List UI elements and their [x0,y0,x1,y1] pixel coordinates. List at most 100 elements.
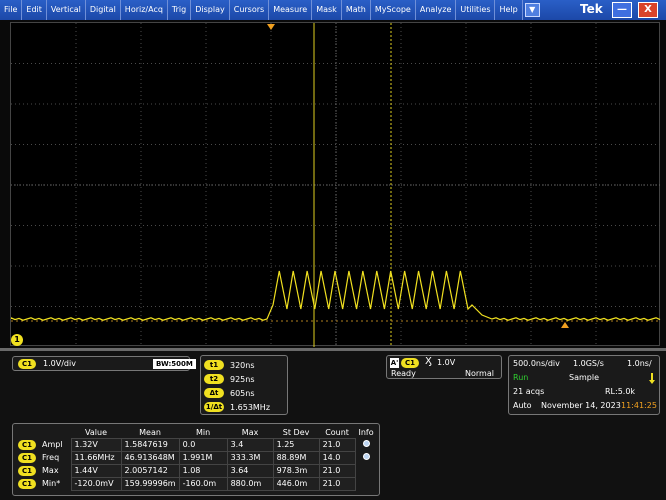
menu-edit[interactable]: Edit [22,0,47,20]
column-header [15,427,39,438]
table-row[interactable]: C1 Min* -120.0mV 159.99996m -160.0m 880.… [15,476,377,491]
column-header: Min [195,427,211,437]
brand-logo: Tek [580,2,603,16]
trigger-channel-badge: C1 [401,358,420,368]
measurement-panel[interactable]: Value Mean Min Max St Dev Count Info C1 … [12,423,380,496]
measurement-name: Min* [42,479,61,488]
cell-mean: 2.0057142 [120,463,180,478]
readout-area: C1 1.0V/div BW:500M t1 320ns t2 925ns Δt… [0,351,666,500]
channel-badge: C1 [18,465,37,476]
trigger-level: 1.0V [437,358,456,367]
menu-cursors[interactable]: Cursors [230,0,270,20]
column-header: Info [358,428,374,437]
measurement-table: Value Mean Min Max St Dev Count Info C1 … [15,427,377,491]
cell-count: 21.0 [318,437,356,452]
cursor-readout[interactable]: t1 320ns t2 925ns Δt 605ns 1/Δt 1.653MHz [200,355,288,415]
cell-mean: 1.5847619 [120,437,180,452]
menu-math[interactable]: Math [342,0,371,20]
bandwidth-limit: BW:500M [153,359,196,369]
channel-badge: C1 [18,359,37,369]
cursor-row: 1/Δt 1.653MHz [204,401,270,413]
menu-horiz-acq[interactable]: Horiz/Acq [121,0,168,20]
acquisition-readout[interactable]: 500.0ns/div 1.0GS/s 1.0ns/ Run Sample 21… [508,355,660,415]
menu-dropdown-icon[interactable]: ▼ [524,3,540,17]
menu-digital[interactable]: Digital [86,0,121,20]
cell-min: 1.08 [178,463,228,478]
menu-mask[interactable]: Mask [312,0,342,20]
column-header: Count [325,427,349,437]
cell-value: 11.66MHz [70,450,122,465]
trigger-mode-auto: Auto [513,401,532,410]
menu-display[interactable]: Display [191,0,230,20]
cell-mean: 46.913648M [120,450,180,465]
table-row[interactable]: C1 Ampl 1.32V 1.5847619 0.0 3.4 1.25 21.… [15,437,377,452]
column-header: Value [85,427,107,437]
trigger-edge-icon: Ӽ [425,356,432,367]
time: 11:41:25 [621,401,657,410]
measurement-name: Max [42,466,59,475]
cursor-row: t1 320ns [204,359,255,371]
trigger-readout[interactable]: A' C1 Ӽ 1.0V Ready Normal [386,355,502,379]
menu-bar: File Edit Vertical Digital Horiz/Acq Tri… [0,0,666,20]
close-button[interactable]: X [638,2,658,18]
channel-badge: C1 [18,452,37,463]
column-header: St Dev [282,427,310,437]
cell-max: 880.0m [226,476,274,491]
table-row[interactable]: C1 Freq 11.66MHz 46.913648M 1.991M 333.3… [15,450,377,465]
trigger-source-letter: A' [390,358,399,368]
menu-analyze[interactable]: Analyze [416,0,457,20]
channel-badge: C1 [18,478,37,489]
cursor-label: t1 [204,360,224,370]
cell-max: 3.64 [226,463,274,478]
single-sequence-icon [649,373,655,384]
column-header: Mean [139,427,161,437]
cursor-value: 320ns [230,360,255,370]
cell-min: 0.0 [178,437,228,452]
cursor-value: 605ns [230,388,255,398]
trigger-level-marker [561,322,569,328]
resolution: 1.0ns/ [627,359,652,368]
cell-value: -120.0mV [70,476,122,491]
menu-trig[interactable]: Trig [168,0,192,20]
channel-scale: 1.0V/div [43,359,76,368]
cell-stdev: 978.3m [272,463,320,478]
cell-count: 21.0 [318,463,356,478]
graticule-grid [11,23,661,347]
cell-count: 14.0 [318,450,356,465]
measurement-name: Freq [42,453,60,462]
cursor-row: Δt 605ns [204,387,255,399]
table-row[interactable]: C1 Max 1.44V 2.0057142 1.08 3.64 978.3m … [15,463,377,478]
minimize-button[interactable]: — [612,2,632,18]
menu-vertical[interactable]: Vertical [47,0,86,20]
measurement-name: Ampl [42,440,63,449]
menu-help[interactable]: Help [495,0,523,20]
trigger-status: Ready [391,369,416,378]
menu-myscope[interactable]: MyScope [371,0,416,20]
cell-count: 21.0 [318,476,356,491]
menu-measure[interactable]: Measure [269,0,313,20]
info-icon[interactable] [362,440,370,447]
channel-1-marker[interactable]: 1 [11,334,23,346]
cell-value: 1.32V [70,437,122,452]
acq-count: 21 acqs [513,387,545,396]
waveform-display[interactable]: 1 [10,22,661,347]
cursor-row: t2 925ns [204,373,255,385]
sample-rate: 1.0GS/s [573,359,604,368]
cursor-value: 925ns [230,374,255,384]
run-state: Run [513,373,529,382]
cell-stdev: 88.89M [272,450,320,465]
cell-stdev: 446.0m [272,476,320,491]
oscilloscope-app: File Edit Vertical Digital Horiz/Acq Tri… [0,0,666,500]
info-icon[interactable] [362,453,370,460]
menu-utilities[interactable]: Utilities [456,0,496,20]
cell-min: -160.0m [178,476,228,491]
date: November 14, 2023 [541,401,621,410]
menu-file[interactable]: File [0,0,23,20]
column-header [39,427,71,438]
cell-stdev: 1.25 [272,437,320,452]
cursor-label: Δt [204,388,224,398]
channel-1-readout[interactable]: C1 1.0V/div BW:500M [12,356,196,371]
cell-max: 3.4 [226,437,274,452]
channel-badge: C1 [18,439,37,450]
cursor-label: 1/Δt [204,402,224,412]
